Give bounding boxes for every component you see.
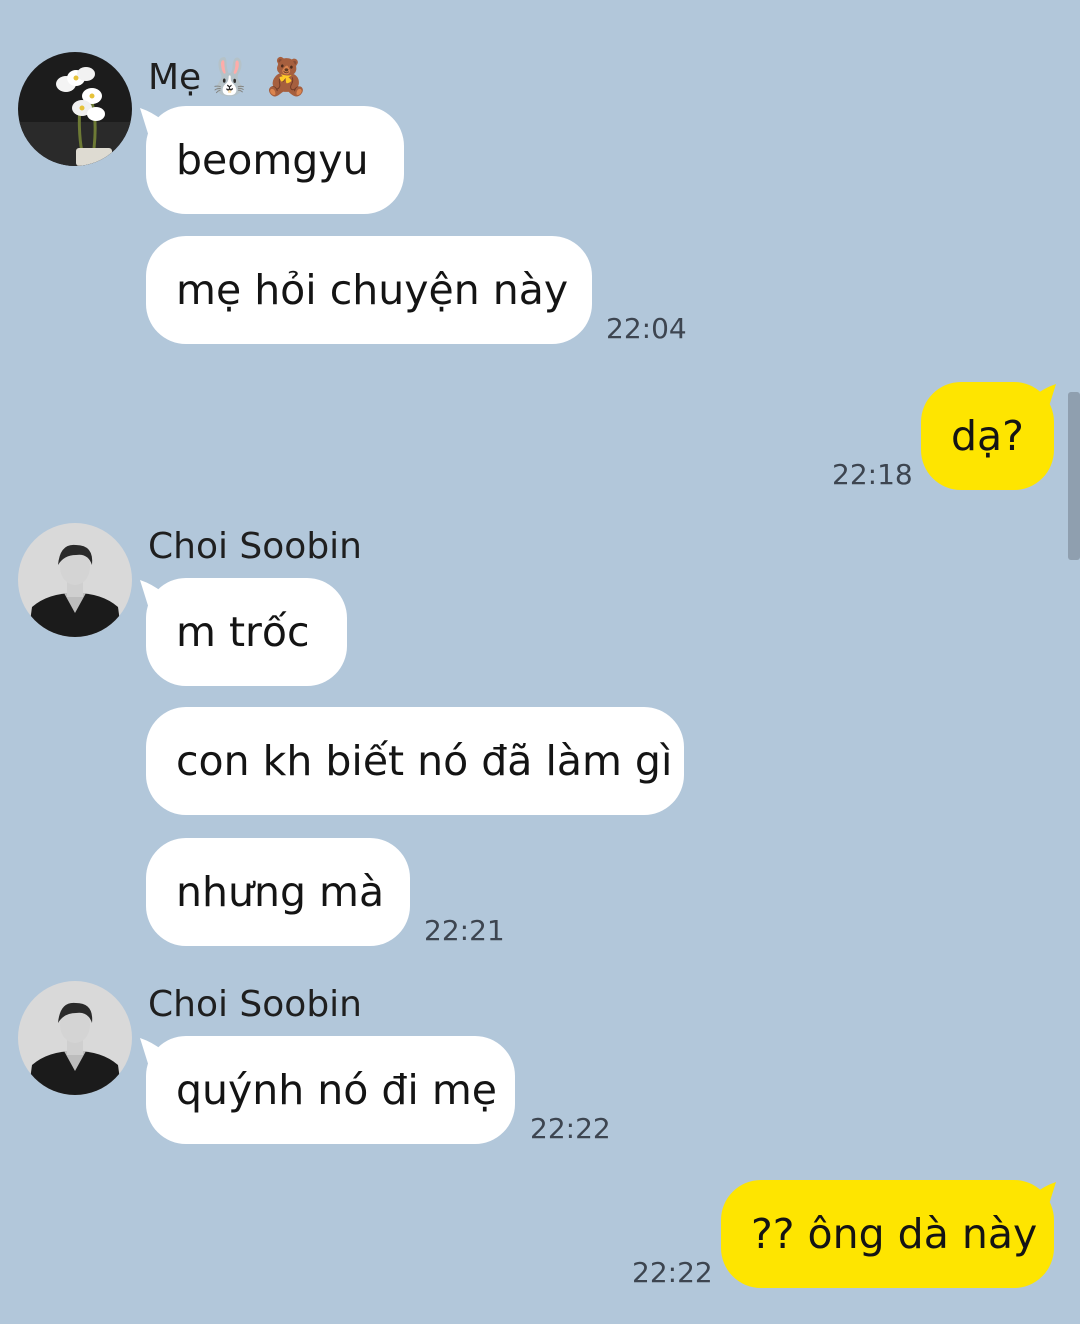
message-time: 22:22: [530, 1112, 611, 1145]
message-bubble[interactable]: nhưng mà: [146, 838, 410, 946]
message-bubble[interactable]: quýnh nó đi mẹ: [146, 1036, 515, 1144]
message-text: quýnh nó đi mẹ: [176, 1066, 497, 1114]
flower-avatar-icon: [18, 52, 132, 166]
avatar-me-flower[interactable]: [18, 52, 132, 166]
message-time: 22:04: [606, 312, 687, 345]
sender-name-text: Mẹ: [148, 57, 202, 98]
person-avatar-icon: [18, 523, 132, 637]
message-text: m trốc: [176, 608, 310, 656]
avatar-choi-soobin[interactable]: [18, 981, 132, 1095]
sender-name: Mẹ 🐰 🧸: [148, 56, 308, 98]
message-bubble[interactable]: dạ?: [921, 382, 1054, 490]
message-text: beomgyu: [176, 136, 369, 184]
message-text: mẹ hỏi chuyện này: [176, 266, 569, 314]
message-time: 22:18: [832, 458, 913, 491]
sender-name: Choi Soobin: [148, 984, 362, 1025]
message-bubble[interactable]: ?? ông dà này: [721, 1180, 1054, 1288]
message-time: 22:21: [424, 914, 505, 947]
message-bubble[interactable]: m trốc: [146, 578, 347, 686]
sender-emojis: 🐰 🧸: [207, 57, 309, 98]
person-avatar-icon: [18, 981, 132, 1095]
sender-name: Choi Soobin: [148, 526, 362, 567]
message-bubble[interactable]: mẹ hỏi chuyện này: [146, 236, 592, 344]
message-text: ?? ông dà này: [751, 1210, 1038, 1258]
avatar-choi-soobin[interactable]: [18, 523, 132, 637]
message-bubble[interactable]: con kh biết nó đã làm gì: [146, 707, 684, 815]
message-time: 22:22: [632, 1256, 713, 1289]
message-text: dạ?: [951, 412, 1024, 460]
scrollbar[interactable]: [1068, 392, 1080, 560]
message-text: nhưng mà: [176, 868, 385, 916]
message-bubble[interactable]: beomgyu: [146, 106, 404, 214]
message-text: con kh biết nó đã làm gì: [176, 737, 673, 785]
